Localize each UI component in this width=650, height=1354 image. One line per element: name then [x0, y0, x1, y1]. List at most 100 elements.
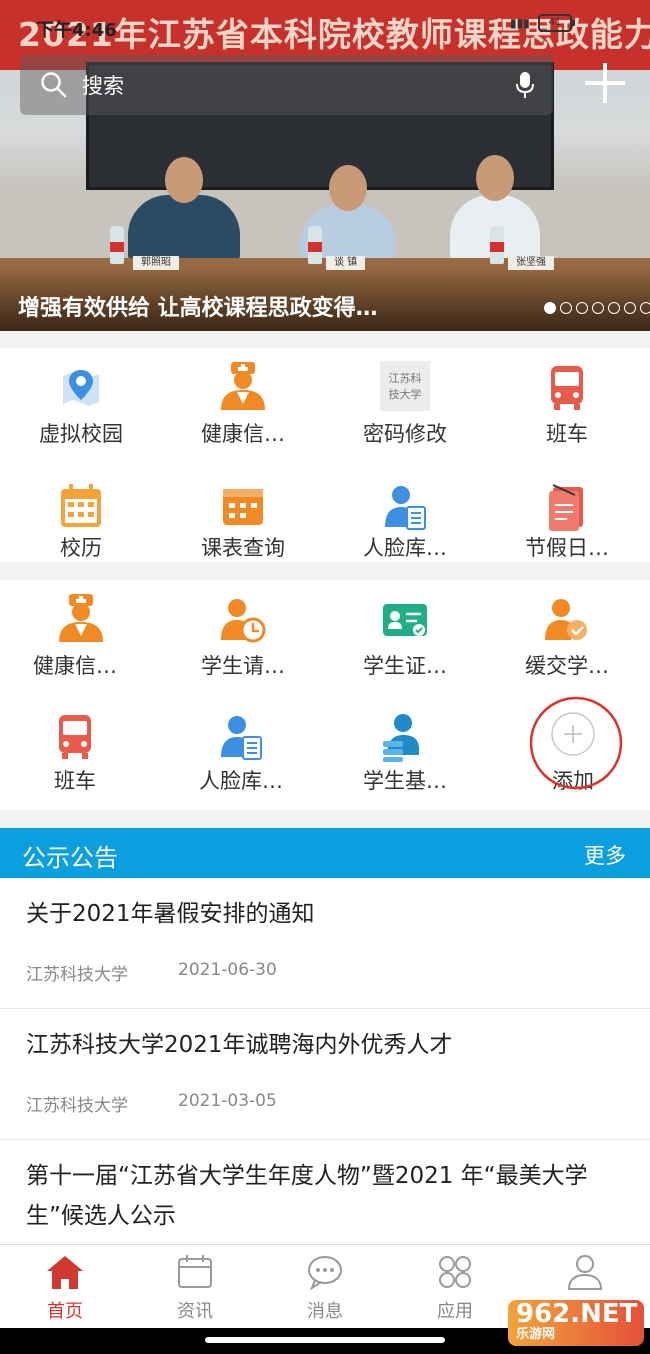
banner-bottle: [308, 226, 322, 264]
microphone-icon[interactable]: [515, 70, 535, 100]
bus-icon: [59, 715, 91, 759]
status-icons: ▮▮▮ 41: [510, 14, 575, 32]
student-info-icon: [383, 714, 419, 762]
tile-label: 人脸库…: [199, 769, 283, 793]
notice-section-title: 公示公告: [22, 844, 118, 872]
watermark-brand: 962.NET: [516, 1299, 638, 1329]
notice-source: 江苏科技大学: [26, 965, 128, 985]
defer-fee-icon: [545, 599, 587, 640]
tab-home[interactable]: 首页: [0, 1245, 130, 1329]
tile-label: 人脸库…: [363, 536, 447, 560]
app-grid-primary: 虚拟校园 健康信… 江苏科 技大学 密码修改 班车 校历 课表查询 人脸库… 节…: [0, 348, 650, 562]
tile-health-info[interactable]: 健康信…: [162, 348, 324, 455]
banner-nameplate: 郭照昭: [133, 256, 179, 270]
tile-virtual-campus[interactable]: 虚拟校园: [0, 348, 162, 455]
notice-item[interactable]: 关于2021年暑假安排的通知 江苏科技大学 2021-06-30: [0, 878, 650, 1009]
carousel-dot[interactable]: [592, 302, 604, 314]
student-card-icon: [383, 604, 427, 636]
tile-student-leave[interactable]: 学生请…: [162, 580, 324, 695]
tile-student-id[interactable]: 学生证…: [324, 580, 486, 695]
banner-nameplate: 谈 镇: [326, 256, 366, 270]
tile-label: 健康信…: [201, 422, 285, 446]
tab-label: 资讯: [177, 1301, 213, 1322]
tile-holidays[interactable]: 节假日…: [486, 455, 648, 562]
status-time: 下午4:46: [36, 20, 117, 41]
tile-defer-tuition[interactable]: 缓交学…: [486, 580, 648, 695]
tile-face-database[interactable]: 人脸库…: [160, 695, 322, 810]
notice-item[interactable]: 第十一届“江苏省大学生年度人物”暨2021 年“最美大学生”候选人公示: [0, 1140, 650, 1244]
search-placeholder: 搜索: [82, 74, 124, 98]
tab-messages[interactable]: 消息: [260, 1245, 390, 1329]
apps-icon: [439, 1256, 471, 1288]
carousel-dot[interactable]: [560, 302, 572, 314]
tile-health-info[interactable]: 健康信…: [0, 580, 162, 695]
tab-label: 首页: [47, 1301, 83, 1322]
banner-nameplate: 张坚强: [508, 256, 554, 270]
watermark-sub: 乐游网: [516, 1327, 556, 1342]
search-icon: [41, 72, 67, 98]
tile-label: 缓交学…: [525, 654, 609, 678]
home-icon: [47, 1256, 83, 1289]
tile-shuttle-bus[interactable]: 班车: [0, 695, 156, 810]
tab-label: 消息: [307, 1301, 343, 1322]
notice-title: 关于2021年暑假安排的通知: [26, 901, 315, 927]
tab-apps[interactable]: 应用: [390, 1245, 520, 1329]
banner-caption[interactable]: 增强有效供给 让高校课程思政变得…: [18, 290, 378, 322]
tile-label: 虚拟校园: [39, 422, 123, 446]
tile-label: 学生证…: [363, 654, 447, 678]
holiday-icon: [549, 484, 583, 531]
message-icon: [308, 1256, 342, 1291]
tile-label: 班车: [54, 769, 96, 793]
watermark-logo: 962.NET 乐游网: [508, 1300, 644, 1346]
news-icon: [178, 1255, 212, 1288]
notice-date: 2021-06-30: [178, 960, 277, 980]
bus-icon: [551, 366, 583, 410]
tile-label: 班车: [546, 422, 588, 446]
notice-more-link[interactable]: 更多: [584, 840, 626, 870]
tile-label: 学生基…: [363, 769, 447, 793]
add-plus-icon[interactable]: [582, 60, 628, 106]
battery-icon: 41: [537, 14, 575, 32]
notice-title: 江苏科技大学2021年诚聘海内外优秀人才: [26, 1032, 453, 1058]
tab-label: 应用: [437, 1301, 473, 1322]
tile-timetable[interactable]: 课表查询: [162, 455, 324, 562]
home-indicator[interactable]: [205, 1337, 445, 1343]
tile-label: 学生请…: [201, 654, 285, 678]
carousel-dot[interactable]: [640, 302, 650, 314]
tile-student-info[interactable]: 学生基…: [324, 695, 486, 810]
search-bar[interactable]: 搜索: [20, 55, 553, 115]
svg-text:技大学: 技大学: [389, 387, 422, 401]
calligraphy-logo-icon: 江苏科 技大学: [380, 361, 430, 411]
tile-face-database[interactable]: 人脸库…: [324, 455, 486, 562]
notice-source: 江苏科技大学: [26, 1096, 128, 1116]
signal-icon: ▮▮▮: [510, 16, 530, 30]
tile-label: 节假日…: [525, 536, 609, 560]
doctor-icon: [221, 362, 265, 410]
notice-item[interactable]: 江苏科技大学2021年诚聘海内外优秀人才 江苏科技大学 2021-03-05: [0, 1009, 650, 1140]
map-pin-icon: [63, 370, 99, 406]
banner-carousel[interactable]: 2021年江苏省本科院校教师课程思政能力培训班 郭照昭 谈 镇 张坚强 增强有效…: [0, 0, 650, 331]
schedule-icon: [223, 489, 263, 525]
profile-icon: [567, 1255, 603, 1290]
face-db-icon: [385, 486, 426, 530]
tile-label: 密码修改: [363, 422, 447, 446]
notice-date: 2021-03-05: [178, 1091, 277, 1111]
tile-school-calendar[interactable]: 校历: [0, 455, 162, 562]
banner-bottle: [110, 226, 124, 264]
carousel-dot[interactable]: [544, 302, 556, 314]
carousel-dot[interactable]: [624, 302, 636, 314]
calendar-icon: [61, 484, 101, 527]
student-leave-icon: [221, 599, 266, 643]
carousel-dot[interactable]: [576, 302, 588, 314]
carousel-dots: [544, 302, 650, 314]
tab-news[interactable]: 资讯: [130, 1245, 260, 1329]
app-grid-student: 健康信… 学生请… 学生证… 缓交学… 班车 人脸库… 学生基… 添加: [0, 580, 650, 810]
notice-header: 公示公告 更多: [0, 828, 650, 878]
face-db-icon: [221, 716, 262, 760]
tile-label: 校历: [60, 536, 102, 560]
banner-person: [128, 157, 240, 263]
tile-change-password[interactable]: 江苏科 技大学 密码修改: [324, 348, 486, 455]
tile-shuttle-bus[interactable]: 班车: [486, 348, 648, 455]
notice-title: 第十一届“江苏省大学生年度人物”暨2021 年“最美大学生”候选人公示: [26, 1163, 588, 1229]
carousel-dot[interactable]: [608, 302, 620, 314]
